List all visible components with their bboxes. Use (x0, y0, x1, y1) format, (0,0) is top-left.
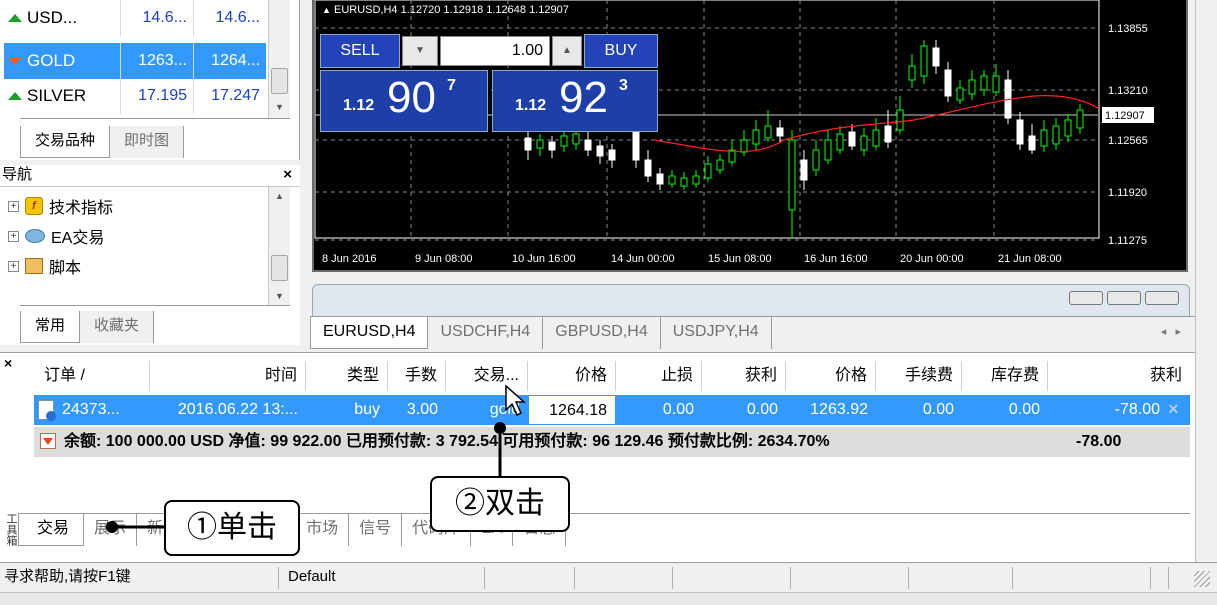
callout-single-click: ①单击 (164, 500, 300, 556)
callout-double-click: ②双击 (430, 476, 570, 532)
mouse-cursor-icon (505, 384, 526, 417)
